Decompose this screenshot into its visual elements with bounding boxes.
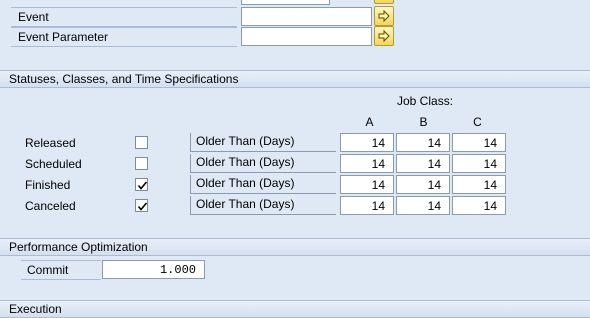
event-parameter-label: Event Parameter — [18, 30, 109, 44]
canceled-class-b-input[interactable] — [396, 196, 450, 215]
commit-input[interactable] — [102, 260, 205, 279]
finished-class-c-input[interactable] — [452, 175, 506, 194]
status-label-finished: Finished — [25, 178, 71, 192]
finished-checkbox[interactable] — [135, 178, 148, 191]
performance-section-header: Performance Optimization — [0, 238, 590, 256]
arrow-right-icon — [378, 10, 390, 22]
event-parameter-nav-button[interactable] — [374, 26, 394, 46]
status-label-canceled: Canceled — [25, 199, 76, 213]
finished-spec-label: Older Than (Days) — [190, 175, 336, 194]
job-class-label: Job Class: — [397, 94, 454, 108]
statuses-section-header: Statuses, Classes, and Time Specificatio… — [0, 70, 590, 88]
scheduled-checkbox[interactable] — [135, 157, 148, 170]
released-class-b-input[interactable] — [396, 133, 450, 152]
column-header-b: B — [419, 115, 428, 129]
execution-section-header: Execution — [0, 300, 590, 318]
previous-field-partial[interactable] — [241, 0, 330, 5]
status-label-released: Released — [25, 136, 76, 150]
scheduled-class-b-input[interactable] — [396, 154, 450, 173]
canceled-checkbox[interactable] — [135, 199, 148, 212]
event-parameter-label-cell: Event Parameter — [11, 27, 237, 47]
released-checkbox[interactable] — [135, 136, 148, 149]
canceled-class-a-input[interactable] — [340, 196, 394, 215]
canceled-class-c-input[interactable] — [452, 196, 506, 215]
status-label-scheduled: Scheduled — [25, 157, 82, 171]
commit-label-cell: Commit — [21, 260, 101, 280]
performance-section-title: Performance Optimization — [9, 240, 148, 254]
event-label: Event — [18, 10, 49, 24]
previous-nav-button[interactable] — [374, 0, 394, 4]
released-class-a-input[interactable] — [340, 133, 394, 152]
check-icon — [137, 202, 148, 211]
released-spec-label: Older Than (Days) — [190, 133, 336, 152]
commit-label: Commit — [27, 263, 69, 277]
finished-class-b-input[interactable] — [396, 175, 450, 194]
scheduled-class-a-input[interactable] — [340, 154, 394, 173]
event-input[interactable] — [241, 7, 372, 26]
event-label-cell: Event — [11, 7, 237, 27]
scheduled-spec-label: Older Than (Days) — [190, 154, 336, 173]
execution-section-title: Execution — [9, 302, 62, 316]
column-header-c: C — [473, 115, 482, 129]
released-class-c-input[interactable] — [452, 133, 506, 152]
column-header-a: A — [365, 115, 374, 129]
canceled-spec-label: Older Than (Days) — [190, 196, 336, 215]
scheduled-class-c-input[interactable] — [452, 154, 506, 173]
event-parameter-input[interactable] — [241, 27, 372, 46]
statuses-section-title: Statuses, Classes, and Time Specificatio… — [9, 72, 239, 86]
finished-class-a-input[interactable] — [340, 175, 394, 194]
check-icon — [137, 181, 148, 190]
event-nav-button[interactable] — [374, 6, 394, 26]
arrow-right-icon — [378, 30, 390, 42]
